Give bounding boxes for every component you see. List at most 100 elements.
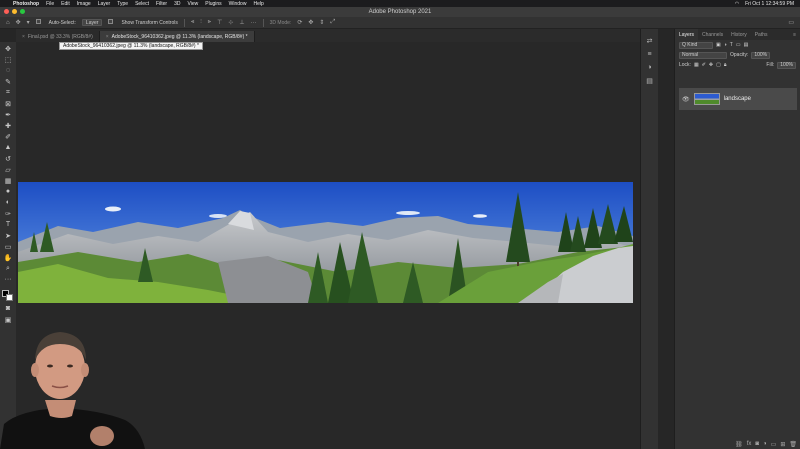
menu-app-name[interactable]: Photoshop [13, 1, 39, 7]
tab-history[interactable]: History [727, 29, 751, 40]
move-tool-icon[interactable]: ✥ [3, 44, 13, 53]
layer-style-icon[interactable]: fx [747, 441, 752, 447]
align-top-icon[interactable]: ⊤ [217, 19, 222, 26]
menu-edit[interactable]: Edit [61, 1, 70, 7]
more-tools-icon[interactable]: ··· [3, 275, 13, 284]
align-center-icon[interactable]: ⫶ [200, 19, 202, 26]
transform-controls-checkbox[interactable] [108, 19, 115, 26]
healing-brush-tool-icon[interactable]: ✚ [3, 121, 13, 130]
menu-filter[interactable]: Filter [156, 1, 167, 7]
close-window-button[interactable] [4, 9, 9, 14]
menu-view[interactable]: View [188, 1, 199, 7]
adjustments-icon[interactable]: ◑ [647, 64, 651, 71]
hand-tool-icon[interactable]: ✋ [3, 253, 13, 262]
landscape-image[interactable] [18, 182, 633, 303]
layer-name[interactable]: landscape [724, 96, 751, 102]
menu-help[interactable]: Help [253, 1, 263, 7]
wifi-icon[interactable]: ◠ [735, 1, 739, 7]
adjustment-layer-icon[interactable]: ◑ [763, 441, 767, 447]
color-swatches[interactable] [2, 290, 14, 302]
clock[interactable]: Fri Oct 1 12:34:59 PM [745, 1, 794, 7]
lock-artboard-icon[interactable]: ▢ [716, 62, 721, 68]
video-camera-icon[interactable]: ▭ [788, 19, 794, 26]
gradient-tool-icon[interactable]: ▦ [3, 176, 13, 185]
3d-slide-icon[interactable]: ⇕ [319, 19, 324, 26]
group-icon[interactable]: ▭ [771, 441, 777, 448]
eyedropper-tool-icon[interactable]: ✒ [3, 110, 13, 119]
menu-select[interactable]: Select [135, 1, 149, 7]
zoom-tool-icon[interactable]: ⌕ [3, 264, 13, 273]
lock-move-icon[interactable]: ✥ [709, 62, 713, 68]
align-middle-icon[interactable]: ⊹ [228, 19, 233, 26]
chevron-down-icon[interactable]: ▾ [27, 19, 30, 26]
home-icon[interactable]: ⌂ [6, 20, 10, 26]
tab-channels[interactable]: Channels [698, 29, 727, 40]
lock-paint-icon[interactable]: ✐ [702, 62, 706, 68]
properties-icon[interactable]: ≡ [647, 51, 651, 58]
panel-menu-icon[interactable]: ≡ [793, 32, 800, 38]
filter-adjust-icon[interactable]: ◑ [724, 42, 727, 48]
history-brush-tool-icon[interactable]: ↺ [3, 154, 13, 163]
eye-icon[interactable]: 👁︎ [682, 96, 690, 103]
lock-pixels-icon[interactable]: ▦ [694, 62, 699, 68]
macos-menubar: Photoshop File Edit Image Layer Type Sel… [0, 0, 800, 7]
3d-pan-icon[interactable]: ✥ [308, 19, 313, 26]
align-right-icon[interactable]: ⫸ [208, 19, 211, 26]
maximize-window-button[interactable] [20, 9, 25, 14]
quick-mask-icon[interactable]: ◙ [3, 304, 13, 313]
link-layers-icon[interactable]: ⛓︎ [735, 441, 743, 448]
quick-select-tool-icon[interactable]: ✎ [3, 77, 13, 86]
opacity-input[interactable]: 100% [751, 51, 771, 59]
new-layer-icon[interactable]: ⊞ [780, 441, 785, 448]
menu-window[interactable]: Window [229, 1, 247, 7]
eraser-tool-icon[interactable]: ▱ [3, 165, 13, 174]
filter-shape-icon[interactable]: ▭ [736, 42, 741, 48]
tab-final-psd[interactable]: × Final.psd @ 33.3% (RGB/8#) [16, 31, 100, 42]
filter-pixel-icon[interactable]: ▣ [716, 42, 721, 48]
close-tab-icon[interactable]: × [106, 34, 109, 40]
lock-all-icon[interactable]: 🔒︎ [724, 62, 727, 68]
blur-tool-icon[interactable]: ● [3, 187, 13, 196]
lasso-tool-icon[interactable]: ◌ [3, 66, 13, 75]
frame-tool-icon[interactable]: ⊠ [3, 99, 13, 108]
auto-select-checkbox[interactable] [35, 19, 43, 26]
brush-tool-icon[interactable]: ✐ [3, 132, 13, 141]
filter-smart-icon[interactable]: ▤ [744, 42, 749, 48]
type-tool-icon[interactable]: T [3, 220, 13, 229]
menu-type[interactable]: Type [117, 1, 128, 7]
move-tool-icon[interactable]: ✥ [16, 19, 21, 26]
menu-file[interactable]: File [46, 1, 54, 7]
layer-mask-icon[interactable]: ◙ [755, 441, 759, 447]
auto-select-dropdown[interactable]: Layer [81, 19, 103, 26]
trash-icon[interactable]: 🗑︎ [789, 441, 797, 448]
tab-paths[interactable]: Paths [751, 29, 772, 40]
layer-kind-filter[interactable]: Q Kind [679, 41, 713, 49]
more-options-icon[interactable]: ··· [251, 20, 257, 26]
close-tab-icon[interactable]: × [22, 34, 25, 40]
menu-image[interactable]: Image [77, 1, 91, 7]
filter-type-icon[interactable]: T [730, 42, 733, 48]
blend-mode-dropdown[interactable]: Normal [679, 51, 727, 59]
3d-orbit-icon[interactable]: ⟳ [297, 19, 302, 26]
libraries-icon[interactable]: ▤ [646, 77, 653, 85]
marquee-tool-icon[interactable]: ⬚ [3, 55, 13, 64]
menu-3d[interactable]: 3D [174, 1, 180, 7]
menu-plugins[interactable]: Plugins [205, 1, 221, 7]
path-select-tool-icon[interactable]: ➤ [3, 231, 13, 240]
pen-tool-icon[interactable]: ✑ [3, 209, 13, 218]
3d-scale-icon[interactable]: ⤢ [330, 19, 335, 26]
menu-layer[interactable]: Layer [98, 1, 111, 7]
crop-tool-icon[interactable]: ⌗ [3, 88, 13, 97]
history-icon[interactable]: ⇄ [647, 37, 653, 45]
dodge-tool-icon[interactable]: ◐ [3, 198, 13, 207]
fill-input[interactable]: 100% [777, 61, 796, 69]
layer-row-landscape[interactable]: 👁︎ landscape [679, 88, 797, 110]
tab-landscape-jpeg[interactable]: × AdobeStock_96410362.jpeg @ 11.3% (land… [99, 31, 255, 42]
background-color-swatch[interactable] [6, 294, 13, 301]
align-left-icon[interactable]: ⫷ [191, 19, 194, 26]
tab-layers[interactable]: Layers [675, 29, 699, 40]
minimize-window-button[interactable] [12, 9, 17, 14]
shape-tool-icon[interactable]: ▭ [3, 242, 13, 251]
align-bottom-icon[interactable]: ⊥ [239, 19, 244, 26]
clone-stamp-tool-icon[interactable]: ▲ [3, 143, 13, 152]
